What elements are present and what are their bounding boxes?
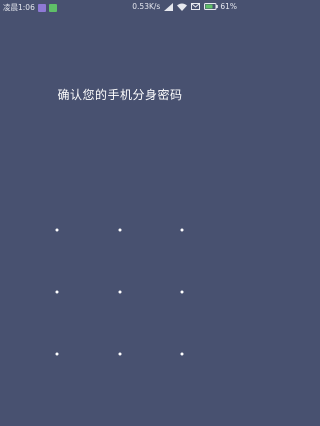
signal-icon bbox=[164, 2, 174, 11]
network-speed: 0.53K/s bbox=[132, 2, 161, 11]
pattern-dot-9[interactable] bbox=[180, 352, 184, 356]
pattern-lock-grid[interactable] bbox=[45, 214, 195, 369]
pattern-dot-2[interactable] bbox=[118, 228, 122, 232]
battery-percent: 61% bbox=[220, 2, 237, 11]
pattern-dot-4[interactable] bbox=[55, 290, 59, 294]
wifi-icon bbox=[177, 3, 188, 11]
battery-icon bbox=[204, 3, 219, 10]
pattern-dot-1[interactable] bbox=[55, 228, 59, 232]
status-time: 凌晨1:06 bbox=[3, 3, 35, 12]
mail-icon bbox=[191, 3, 201, 10]
battery-indicator: 61% bbox=[204, 2, 237, 11]
pattern-dot-8[interactable] bbox=[118, 352, 122, 356]
app-notification-icon bbox=[37, 3, 46, 12]
pattern-dot-7[interactable] bbox=[55, 352, 59, 356]
pattern-dot-5[interactable] bbox=[118, 290, 122, 294]
page-title: 确认您的手机分身密码 bbox=[57, 88, 183, 102]
download-notification-icon bbox=[48, 3, 57, 12]
status-left: 凌晨1:06 bbox=[3, 2, 57, 13]
pattern-dot-6[interactable] bbox=[180, 290, 184, 294]
status-right: 0.53K/s 61% bbox=[132, 2, 237, 11]
status-bar: 凌晨1:06 0.53K/s 61% bbox=[0, 0, 240, 14]
pattern-dot-3[interactable] bbox=[180, 228, 184, 232]
